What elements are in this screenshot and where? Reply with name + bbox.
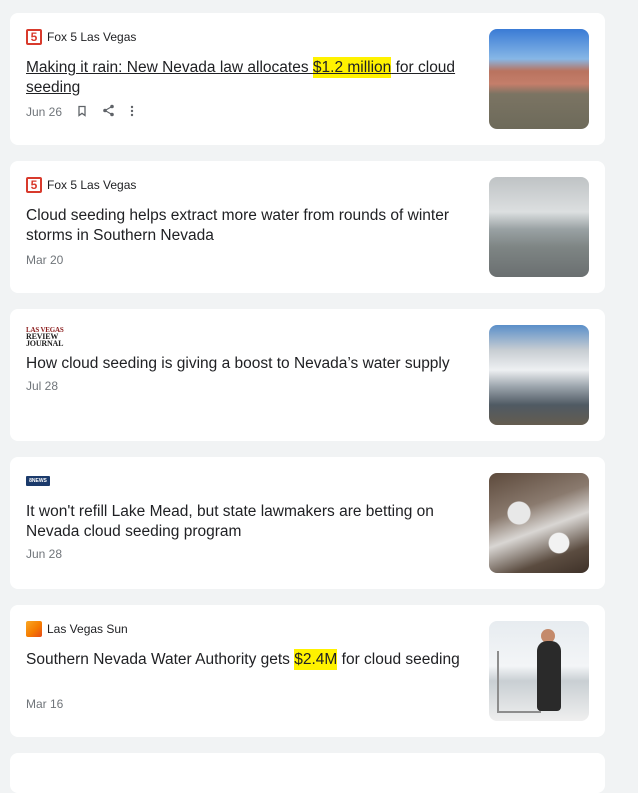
headline-link[interactable]: Southern Nevada Water Authority gets $2.… <box>26 649 476 670</box>
card-meta: Jul 28 <box>26 379 58 393</box>
date: Jun 28 <box>26 547 63 561</box>
thumbnail-image[interactable] <box>489 325 589 425</box>
source-name: Fox 5 Las Vegas <box>47 178 137 192</box>
source: 5 Fox 5 Las Vegas <box>26 29 136 45</box>
share-icon[interactable] <box>102 104 115 120</box>
card-meta: Mar 20 <box>26 253 63 267</box>
news-card[interactable]: Las Vegas Sun Southern Nevada Water Auth… <box>10 605 605 737</box>
highlighted-text: $1.2 million <box>312 57 392 78</box>
source: 8NEWS <box>26 473 55 489</box>
logo-text: REVIEW JOURNAL <box>26 332 64 348</box>
source: Las Vegas Sun <box>26 621 128 637</box>
news-card[interactable]: 8NEWS It won't refill Lake Mead, but sta… <box>10 457 605 589</box>
las-vegas-review-journal-logo: LAS VEGAS REVIEW JOURNAL <box>26 327 91 348</box>
fence <box>497 651 541 713</box>
thumbnail-image[interactable] <box>489 29 589 129</box>
bookmark-icon[interactable] <box>76 105 88 120</box>
headline-text: Southern Nevada Water Authority gets <box>26 651 295 668</box>
news-card[interactable]: LAS VEGAS REVIEW JOURNAL How cloud seedi… <box>10 309 605 441</box>
source-name: Las Vegas Sun <box>47 622 128 636</box>
thumbnail-image[interactable] <box>489 473 589 573</box>
date: Mar 16 <box>26 697 64 711</box>
more-vert-icon[interactable] <box>129 105 135 120</box>
fox5-logo: 5 <box>26 29 42 45</box>
source: LAS VEGAS REVIEW JOURNAL <box>26 325 96 348</box>
source: 5 Fox 5 Las Vegas <box>26 177 136 193</box>
card-meta: Mar 16 <box>26 697 63 711</box>
news-card[interactable]: 5 Fox 5 Las Vegas Making it rain: New Ne… <box>10 13 605 145</box>
thumbnail-image[interactable] <box>489 621 589 721</box>
thumbnail-image[interactable] <box>489 177 589 277</box>
headline-link[interactable]: It won't refill Lake Mead, but state law… <box>26 502 476 542</box>
news-card[interactable]: 5 Fox 5 Las Vegas Cloud seeding helps ex… <box>10 161 605 293</box>
date: Mar 20 <box>26 253 64 267</box>
person <box>537 641 561 711</box>
highlighted-text: $2.4M <box>294 649 338 670</box>
las-vegas-sun-logo <box>26 621 42 637</box>
headline-link[interactable]: Making it rain: New Nevada law allocates… <box>26 57 476 98</box>
source-name: Fox 5 Las Vegas <box>47 30 137 44</box>
headline-text: for cloud seeding <box>337 651 460 668</box>
headline-link[interactable]: How cloud seeding is giving a boost to N… <box>26 354 476 374</box>
headline-link[interactable]: Cloud seeding helps extract more water f… <box>26 206 476 246</box>
card-meta: Jun 26 <box>26 104 135 120</box>
news-card[interactable] <box>10 753 605 793</box>
fox5-logo: 5 <box>26 177 42 193</box>
headline-text: Making it rain: New Nevada law allocates <box>26 59 313 76</box>
date: Jun 26 <box>26 105 63 119</box>
8news-logo: 8NEWS <box>26 476 50 486</box>
date: Jul 28 <box>26 379 59 393</box>
card-meta: Jun 28 <box>26 547 62 561</box>
